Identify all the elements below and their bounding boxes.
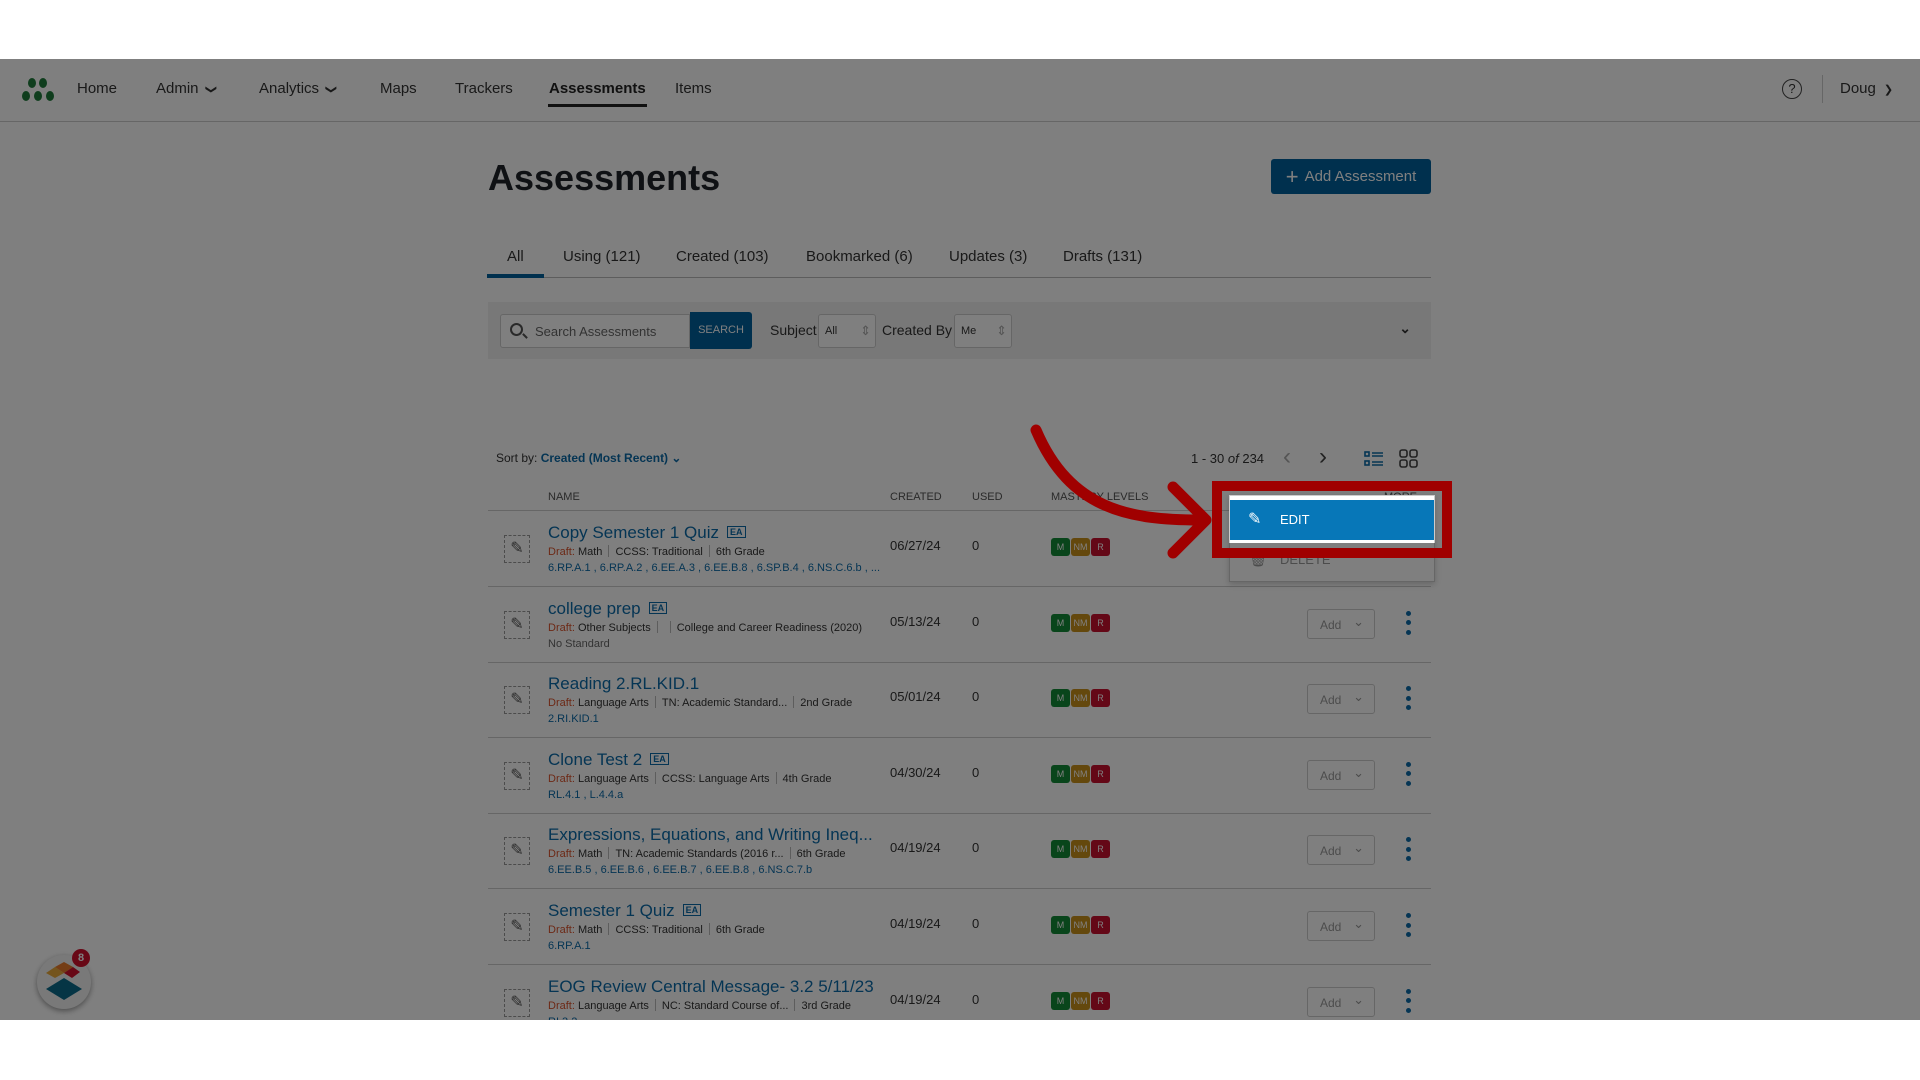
annotation-arrow — [1030, 424, 1212, 559]
